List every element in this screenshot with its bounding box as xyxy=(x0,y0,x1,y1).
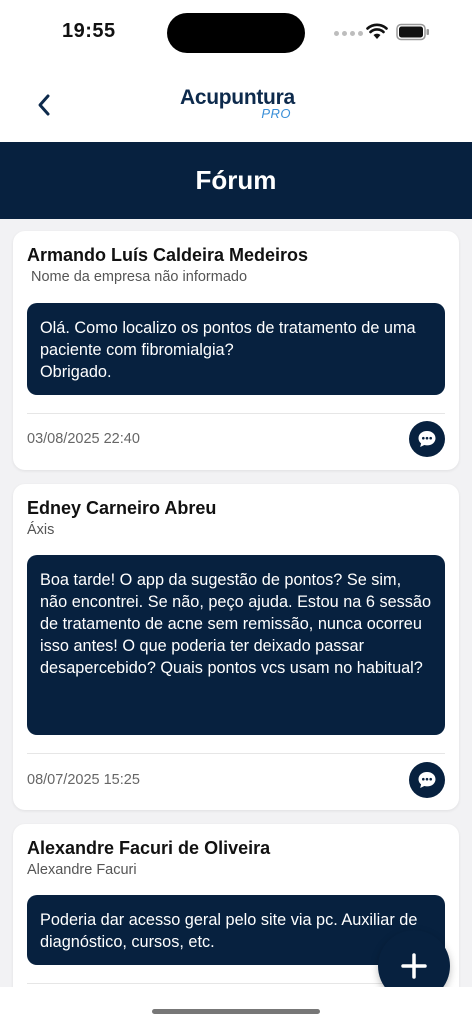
comment-button[interactable] xyxy=(409,421,445,457)
page-title: Fórum xyxy=(195,165,277,195)
home-indicator[interactable] xyxy=(152,1009,320,1014)
wifi-icon xyxy=(366,23,388,39)
post-author: Armando Luís Caldeira Medeiros xyxy=(27,245,309,265)
app-logo: Acupuntura PRO xyxy=(180,86,295,122)
logo-sub-text: PRO xyxy=(261,106,291,121)
app-header: Acupuntura PRO xyxy=(0,64,472,142)
post-date: 03/08/2025 22:40 xyxy=(27,431,140,447)
dynamic-island xyxy=(167,13,305,53)
card-divider xyxy=(27,753,445,754)
home-bar-area xyxy=(0,987,472,1024)
post-card[interactable]: Edney Carneiro Abreu Áxis Boa tarde! O a… xyxy=(13,484,459,810)
post-author: Alexandre Facuri de Oliveira xyxy=(27,838,271,858)
card-divider xyxy=(27,413,445,414)
post-author: Edney Carneiro Abreu xyxy=(27,498,217,518)
battery-icon xyxy=(396,23,429,41)
status-time: 19:55 xyxy=(62,20,116,42)
post-card[interactable]: Armando Luís Caldeira Medeiros Nome da e… xyxy=(13,231,459,470)
chat-bubble-icon xyxy=(418,772,436,788)
comment-button[interactable] xyxy=(409,762,445,798)
plus-icon xyxy=(401,953,427,979)
title-bar: Fórum xyxy=(0,142,472,219)
forum-list[interactable]: Armando Luís Caldeira Medeiros Nome da e… xyxy=(0,219,472,987)
chat-bubble-icon xyxy=(418,431,436,447)
chevron-left-icon xyxy=(38,94,50,116)
status-bar: 19:55 xyxy=(0,0,472,64)
post-message: Boa tarde! O app da sugestão de pontos? … xyxy=(27,555,445,735)
post-company: Nome da empresa não informado xyxy=(31,269,248,285)
post-company: Alexandre Facuri xyxy=(27,862,137,878)
cellular-signal-icon xyxy=(334,31,363,36)
back-button[interactable] xyxy=(30,90,58,120)
post-company: Áxis xyxy=(27,522,55,538)
post-message: Olá. Como localizo os pontos de tratamen… xyxy=(27,303,445,395)
post-date: 08/07/2025 15:25 xyxy=(27,772,140,788)
